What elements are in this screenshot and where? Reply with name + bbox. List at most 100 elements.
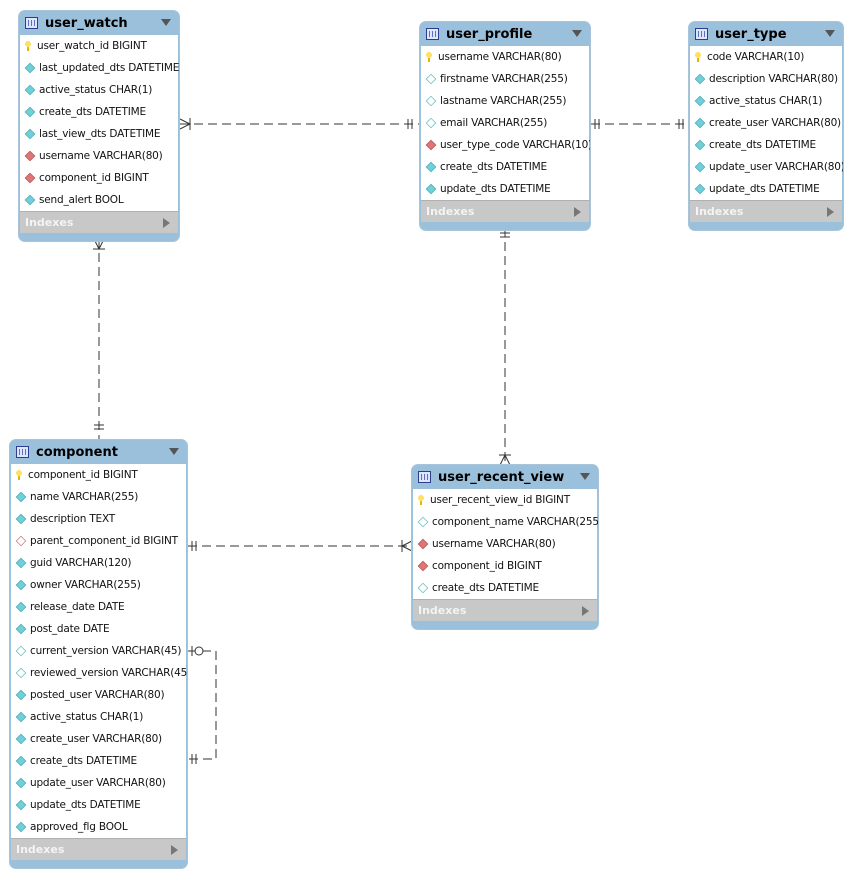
column-row[interactable]: last_view_dts DATETIME	[20, 123, 178, 145]
collapse-triangle-icon[interactable]	[572, 30, 582, 37]
column-row[interactable]: user_type_code VARCHAR(10)	[421, 134, 590, 156]
column-row[interactable]: component_id BIGINT	[11, 464, 186, 486]
column-nn-icon	[15, 513, 27, 525]
column-label: update_user VARCHAR(80)	[709, 161, 843, 173]
table-footer	[10, 860, 187, 868]
table-header[interactable]: user_watch	[19, 11, 179, 35]
column-row[interactable]: reviewed_version VARCHAR(45)	[11, 662, 187, 684]
column-label: lastname VARCHAR(255)	[440, 95, 567, 107]
column-row[interactable]: username VARCHAR(80)	[413, 533, 597, 555]
column-row[interactable]: create_dts DATETIME	[11, 750, 186, 772]
column-nn-icon	[694, 95, 706, 107]
collapse-triangle-icon[interactable]	[825, 30, 835, 37]
collapse-triangle-icon[interactable]	[169, 448, 179, 455]
column-label: create_dts DATETIME	[39, 106, 146, 118]
column-row[interactable]: component_id BIGINT	[413, 555, 597, 577]
column-row[interactable]: code VARCHAR(10)	[690, 46, 842, 68]
indexes-section[interactable]: Indexes	[413, 599, 597, 621]
rel-user-watch-component[interactable]	[93, 238, 105, 440]
expand-arrow-icon[interactable]	[171, 845, 178, 855]
column-row[interactable]: update_dts DATETIME	[690, 178, 842, 200]
column-row[interactable]: send_alert BOOL	[20, 189, 178, 211]
column-nn-icon	[24, 62, 36, 74]
table-header[interactable]: user_type	[689, 22, 843, 46]
column-label: component_id BIGINT	[432, 560, 542, 572]
column-row[interactable]: component_name VARCHAR(255)	[413, 511, 598, 533]
column-row[interactable]: firstname VARCHAR(255)	[421, 68, 589, 90]
column-nn-icon	[694, 161, 706, 173]
column-row[interactable]: username VARCHAR(80)	[421, 46, 589, 68]
column-row[interactable]: create_dts DATETIME	[421, 156, 589, 178]
column-row[interactable]: parent_component_id BIGINT	[11, 530, 186, 552]
table-icon	[695, 28, 708, 40]
column-nn-icon	[15, 623, 27, 635]
column-fk-icon	[24, 172, 36, 184]
indexes-section[interactable]: Indexes	[11, 838, 186, 860]
column-row[interactable]: current_version VARCHAR(45)	[11, 640, 186, 662]
column-row[interactable]: description TEXT	[11, 508, 186, 530]
column-row[interactable]: create_user VARCHAR(80)	[11, 728, 186, 750]
column-row[interactable]: owner VARCHAR(255)	[11, 574, 186, 596]
table-component[interactable]: component component_id BIGINT name VARCH…	[10, 440, 187, 868]
column-row[interactable]: posted_user VARCHAR(80)	[11, 684, 186, 706]
indexes-section[interactable]: Indexes	[690, 200, 842, 222]
rel-user-watch-user-profile[interactable]	[179, 118, 420, 130]
expand-arrow-icon[interactable]	[582, 606, 589, 616]
column-row[interactable]: guid VARCHAR(120)	[11, 552, 186, 574]
column-fk-icon	[425, 139, 437, 151]
table-header[interactable]: user_recent_view	[412, 465, 598, 489]
table-header[interactable]: user_profile	[420, 22, 590, 46]
column-row[interactable]: name VARCHAR(255)	[11, 486, 186, 508]
column-row[interactable]: update_dts DATETIME	[421, 178, 589, 200]
column-null-icon	[15, 645, 27, 657]
rel-user-profile-user-type[interactable]	[591, 119, 689, 129]
column-row[interactable]: email VARCHAR(255)	[421, 112, 589, 134]
collapse-triangle-icon[interactable]	[580, 473, 590, 480]
column-row[interactable]: last_updated_dts DATETIME	[20, 57, 179, 79]
column-nn-icon	[15, 821, 27, 833]
column-row[interactable]: update_user VARCHAR(80)	[690, 156, 843, 178]
rel-component-user-recent-view[interactable]	[188, 540, 413, 552]
column-row[interactable]: username VARCHAR(80)	[20, 145, 178, 167]
table-name: user_watch	[45, 15, 128, 31]
column-row[interactable]: update_dts DATETIME	[11, 794, 186, 816]
column-row[interactable]: create_dts DATETIME	[20, 101, 178, 123]
expand-arrow-icon[interactable]	[827, 207, 834, 217]
column-row[interactable]: description VARCHAR(80)	[690, 68, 842, 90]
column-row[interactable]: post_date DATE	[11, 618, 186, 640]
indexes-section[interactable]: Indexes	[421, 200, 589, 222]
collapse-triangle-icon[interactable]	[161, 19, 171, 26]
column-row[interactable]: approved_flg BOOL	[11, 816, 186, 838]
expand-arrow-icon[interactable]	[574, 207, 581, 217]
table-user-recent-view[interactable]: user_recent_view user_recent_view_id BIG…	[412, 465, 598, 629]
table-user-profile[interactable]: user_profile username VARCHAR(80) firstn…	[420, 22, 590, 230]
column-row[interactable]: active_status CHAR(1)	[11, 706, 186, 728]
column-row[interactable]: create_user VARCHAR(80)	[690, 112, 842, 134]
rel-user-profile-user-recent-view[interactable]	[499, 228, 511, 466]
column-row[interactable]: active_status CHAR(1)	[690, 90, 842, 112]
column-list: username VARCHAR(80) firstname VARCHAR(2…	[421, 46, 590, 200]
column-row[interactable]: lastname VARCHAR(255)	[421, 90, 589, 112]
table-user-type[interactable]: user_type code VARCHAR(10) description V…	[689, 22, 843, 230]
column-row[interactable]: user_watch_id BIGINT	[20, 35, 178, 57]
table-header[interactable]: component	[10, 440, 187, 464]
column-label: update_user VARCHAR(80)	[30, 777, 166, 789]
indexes-section[interactable]: Indexes	[20, 211, 178, 233]
column-label: current_version VARCHAR(45)	[30, 645, 182, 657]
column-row[interactable]: release_date DATE	[11, 596, 186, 618]
column-fknull-icon	[15, 535, 27, 547]
column-row[interactable]: create_dts DATETIME	[413, 577, 597, 599]
column-label: update_dts DATETIME	[709, 183, 820, 195]
column-row[interactable]: update_user VARCHAR(80)	[11, 772, 186, 794]
expand-arrow-icon[interactable]	[163, 218, 170, 228]
column-list: user_recent_view_id BIGINT component_nam…	[413, 489, 598, 599]
column-label: update_dts DATETIME	[440, 183, 551, 195]
table-user-watch[interactable]: user_watch user_watch_id BIGINT last_upd…	[19, 11, 179, 241]
column-row[interactable]: active_status CHAR(1)	[20, 79, 178, 101]
column-row[interactable]: component_id BIGINT	[20, 167, 178, 189]
column-label: update_dts DATETIME	[30, 799, 141, 811]
rel-component-self[interactable]	[188, 646, 217, 764]
column-row[interactable]: create_dts DATETIME	[690, 134, 842, 156]
column-pk-icon	[695, 52, 701, 62]
column-row[interactable]: user_recent_view_id BIGINT	[413, 489, 597, 511]
